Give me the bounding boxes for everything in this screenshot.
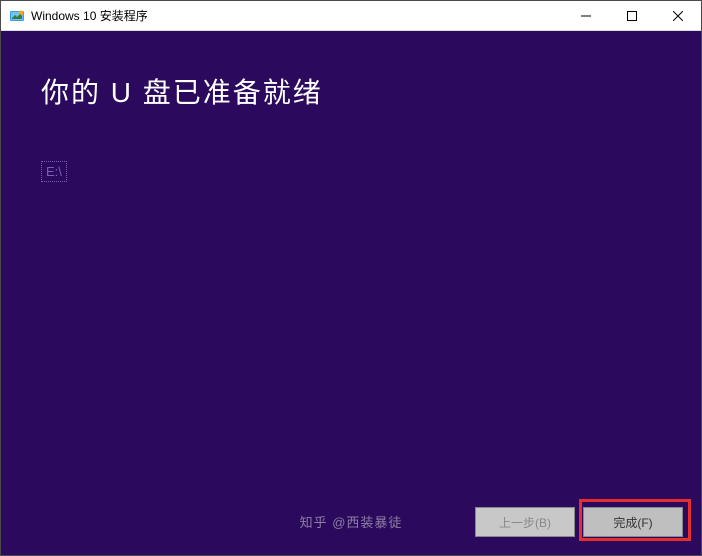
back-button: 上一步(B) bbox=[475, 507, 575, 537]
content-area: 你的 U 盘已准备就绪 E:\ 上一步(B) 完成(F) 知乎 @西装暴徒 bbox=[1, 31, 701, 555]
window-controls bbox=[563, 1, 701, 30]
drive-link[interactable]: E:\ bbox=[41, 161, 67, 182]
app-icon bbox=[9, 8, 25, 24]
watermark-text: 知乎 @西装暴徒 bbox=[300, 512, 403, 531]
window-title: Windows 10 安装程序 bbox=[31, 7, 563, 24]
close-button[interactable] bbox=[655, 1, 701, 30]
finish-button[interactable]: 完成(F) bbox=[583, 507, 683, 537]
maximize-button[interactable] bbox=[609, 1, 655, 30]
button-row: 上一步(B) 完成(F) bbox=[475, 507, 683, 537]
titlebar: Windows 10 安装程序 bbox=[1, 1, 701, 31]
minimize-button[interactable] bbox=[563, 1, 609, 30]
page-heading: 你的 U 盘已准备就绪 bbox=[41, 71, 661, 111]
installer-window: Windows 10 安装程序 你的 U 盘已准备就绪 E:\ 上一步(B) 完… bbox=[0, 0, 702, 556]
